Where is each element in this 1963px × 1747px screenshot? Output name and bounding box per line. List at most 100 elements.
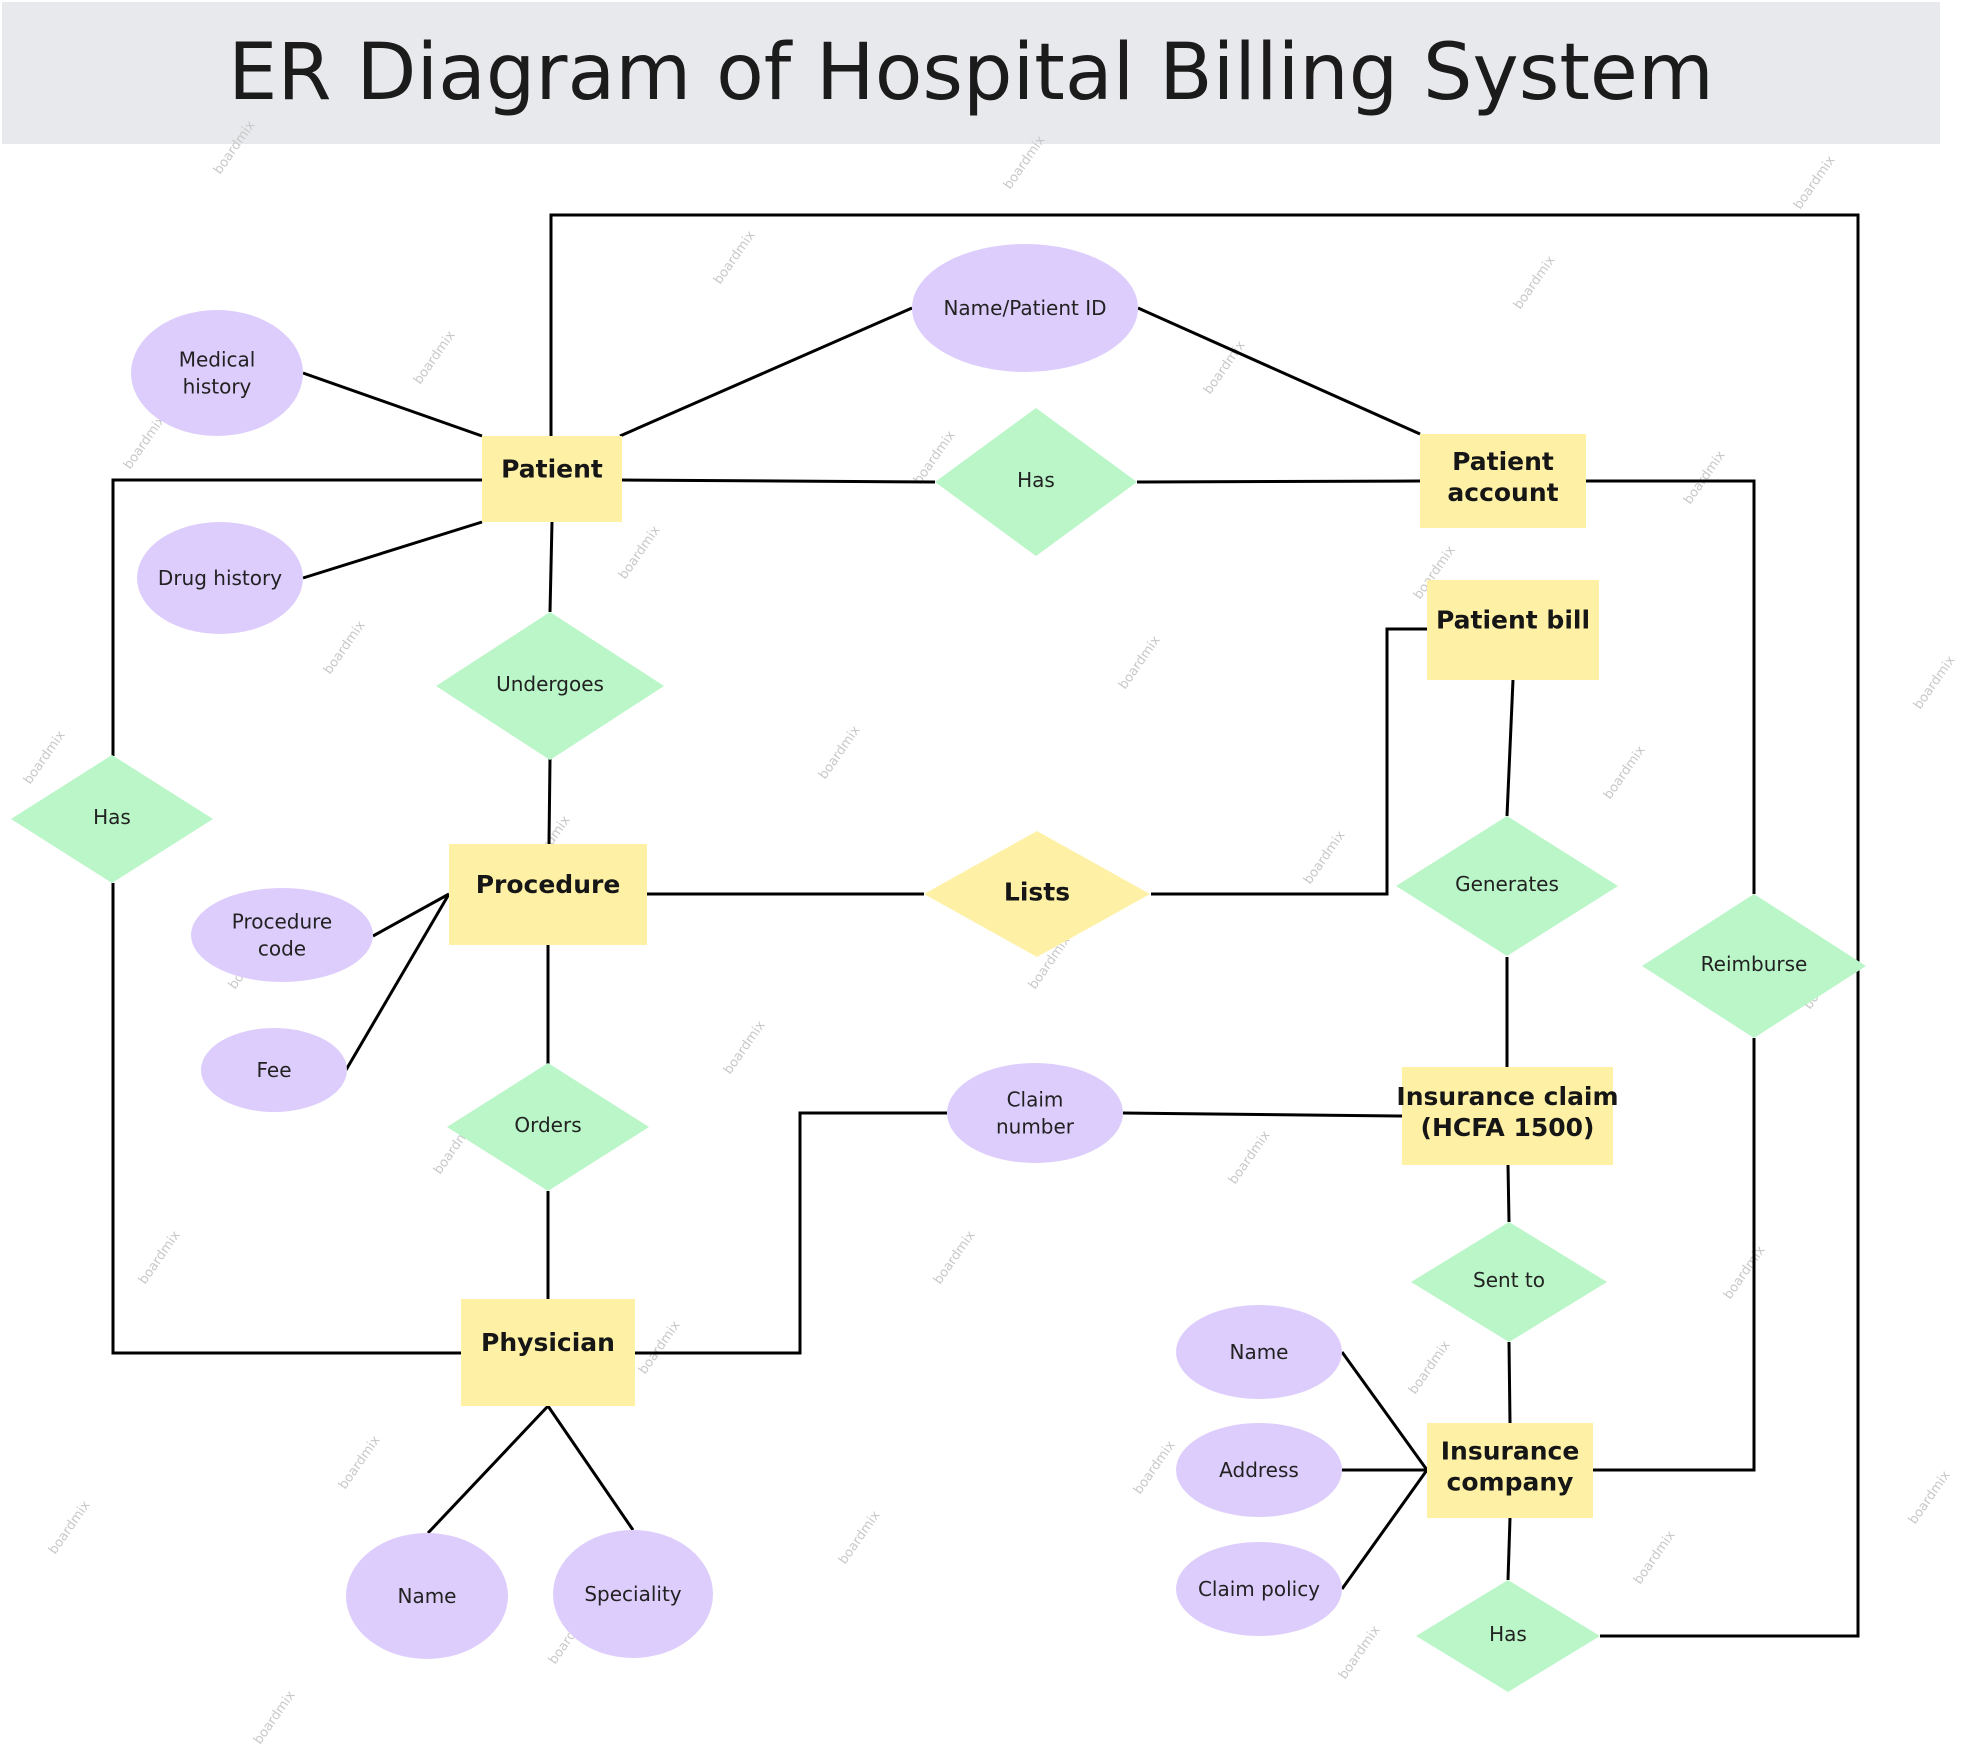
shape-label-line: Procedure (476, 870, 621, 899)
shape-label: Generates (1455, 872, 1559, 896)
shape-label: Sent to (1473, 1268, 1545, 1292)
shape-label-line: (HCFA 1500) (1421, 1113, 1595, 1142)
shape-label-line: Has (1017, 468, 1055, 492)
shape-label: Lists (1004, 878, 1070, 907)
shape-label: Reimburse (1701, 952, 1808, 976)
shape-label-line: Name (397, 1584, 456, 1608)
watermark-text: boardmix (1116, 633, 1164, 692)
attribute-claim-policy[interactable]: Claim policy (1176, 1542, 1342, 1636)
watermark-text: boardmix (321, 618, 369, 677)
shape-label-line: Name (1229, 1340, 1288, 1364)
connector-physician-to-claim-number (635, 1111, 947, 1355)
shape-label-line: company (1447, 1468, 1574, 1497)
watermark-text: boardmix (721, 1018, 769, 1077)
watermark-text: boardmix (336, 1433, 384, 1492)
shape-label: Patient bill (1436, 606, 1590, 635)
attribute-insurer-name[interactable]: Name (1176, 1305, 1342, 1399)
shape-label-line: Fee (256, 1058, 291, 1082)
entity-patient-bill[interactable]: Patient bill (1427, 580, 1599, 680)
watermark-text: boardmix (1911, 653, 1959, 712)
shape-label: Name (1229, 1340, 1288, 1364)
watermark-text: boardmix (1406, 1338, 1454, 1397)
connector-insurer-name-to-company (1340, 1351, 1429, 1471)
connector-patient-to-medical-history (302, 371, 483, 438)
relationship-generates[interactable]: Generates (1396, 816, 1618, 956)
relationship-undergoes[interactable]: Undergoes (436, 612, 664, 760)
connector-insurance-claim-to-sent-to (1506, 1164, 1511, 1223)
entity-patient[interactable]: Patient (482, 436, 622, 522)
entity-physician[interactable]: Physician (461, 1299, 635, 1406)
shape-label: Drug history (158, 566, 282, 590)
shape-label: Address (1219, 1458, 1299, 1482)
shape-label-line: Insurance claim (1396, 1082, 1618, 1111)
connector-claim-number-to-insurance-claim (1122, 1111, 1403, 1118)
entity-procedure[interactable]: Procedure (449, 844, 647, 945)
attribute-drug-history[interactable]: Drug history (137, 522, 303, 634)
er-diagram-canvas: boardmix boardmix boardmix boardmix boardmix… (11, 118, 1959, 1747)
entity-patient-account[interactable]: Patient account (1420, 434, 1586, 528)
watermark-text: boardmix (816, 723, 864, 782)
watermark-text: boardmix (46, 1498, 94, 1557)
watermark-text: boardmix (136, 1228, 184, 1287)
attribute-ellipse (947, 1063, 1123, 1163)
shape-label-line: Lists (1004, 878, 1070, 907)
watermark-text: boardmix (1791, 153, 1839, 212)
attribute-physician-name[interactable]: Name (346, 1533, 508, 1659)
entity-insurance-company[interactable]: Insurance company (1427, 1423, 1593, 1518)
shape-label-line: Patient bill (1436, 606, 1590, 635)
watermark-text: boardmix (1721, 1243, 1769, 1302)
relationship-orders[interactable]: Orders (447, 1063, 649, 1191)
relationship-has-patient-account[interactable]: Has (935, 408, 1137, 556)
relationship-reimburse[interactable]: Reimburse (1642, 894, 1866, 1038)
shape-label-line: Name/Patient ID (943, 296, 1106, 320)
watermark-text: boardmix (1336, 1623, 1384, 1682)
connector-insurance-company-to-has (1506, 1517, 1512, 1581)
attribute-medical-history[interactable]: Medical history (131, 310, 303, 436)
shape-label-line: Claim policy (1198, 1577, 1320, 1601)
connector-name-id-to-patient-account (1137, 306, 1421, 436)
shape-label-line: Address (1219, 1458, 1299, 1482)
watermark-text: boardmix (251, 1688, 299, 1747)
watermark-text: boardmix (211, 118, 259, 177)
connector-patient-top-loop-to-insurance-has (549, 213, 1860, 1638)
shape-label-line: Orders (514, 1113, 581, 1137)
connector-claim-policy-to-company (1340, 1469, 1429, 1590)
shape-label-line: Generates (1455, 872, 1559, 896)
shape-label-line: Speciality (584, 1582, 681, 1606)
watermark-text: boardmix (836, 1508, 884, 1567)
shape-label-line: Claim (1007, 1088, 1064, 1112)
relationship-has-insurance[interactable]: Has (1416, 1580, 1600, 1692)
attribute-address[interactable]: Address (1176, 1423, 1342, 1517)
watermark-text: boardmix (1131, 1438, 1179, 1497)
connector-lists-to-patient-bill (1151, 627, 1427, 896)
watermark-text: boardmix (411, 328, 459, 387)
attribute-ellipse (191, 888, 373, 982)
attribute-name-patient-id[interactable]: Name/Patient ID (912, 244, 1138, 372)
shape-label: Orders (514, 1113, 581, 1137)
shape-label-line: Physician (481, 1328, 615, 1357)
shape-label: Claim policy (1198, 1577, 1320, 1601)
shape-label-line: Has (1489, 1622, 1527, 1646)
connector-undergoes-to-procedure (547, 758, 552, 845)
connector-patient-to-name-id (619, 306, 913, 438)
attribute-claim-number[interactable]: Claim number (947, 1063, 1123, 1163)
shape-label: Physician (481, 1328, 615, 1357)
shape-label-line: account (1447, 478, 1558, 507)
watermark-text: boardmix (1001, 133, 1049, 192)
connector-patient-to-undergoes (548, 521, 554, 613)
connector-patient-to-drug-history (302, 520, 483, 580)
shape-label-line: history (183, 375, 252, 399)
watermark-text: boardmix (21, 728, 69, 787)
shape-label: Has (93, 805, 131, 829)
entity-insurance-claim[interactable]: Insurance claim (HCFA 1500) (1396, 1067, 1619, 1165)
relationship-lists[interactable]: Lists (924, 831, 1150, 957)
attribute-fee[interactable]: Fee (201, 1028, 347, 1112)
shape-label: Procedure (476, 870, 621, 899)
watermark-text: boardmix (1631, 1528, 1679, 1587)
attribute-procedure-code[interactable]: Procedure code (191, 888, 373, 982)
shape-label-line: Patient (1452, 447, 1554, 476)
shape-label-line: Has (93, 805, 131, 829)
attribute-speciality[interactable]: Speciality (553, 1530, 713, 1658)
relationship-sent-to[interactable]: Sent to (1411, 1222, 1607, 1342)
connector-physician-to-speciality (546, 1405, 635, 1531)
